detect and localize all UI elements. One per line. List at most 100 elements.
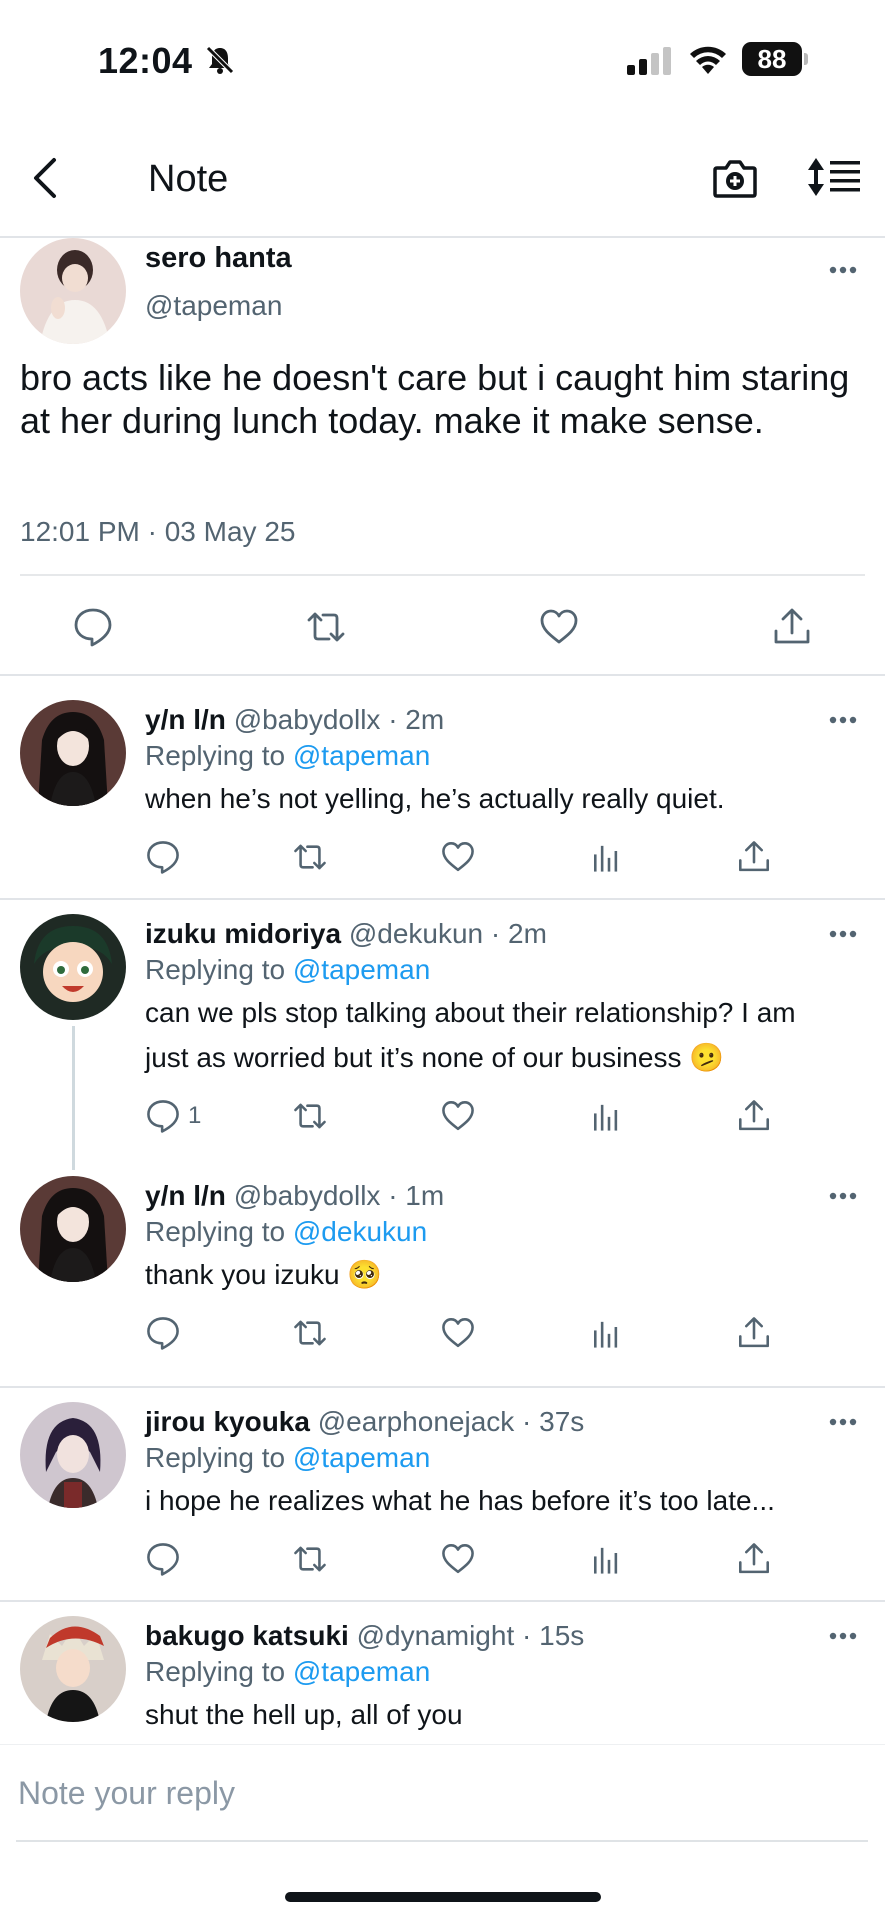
more-dots-icon[interactable] xyxy=(828,929,858,939)
share-icon[interactable] xyxy=(736,1098,772,1134)
speech-bubble-icon[interactable] xyxy=(145,839,181,875)
reply-body: i hope he realizes what he has before it… xyxy=(145,1485,775,1516)
share-icon[interactable] xyxy=(736,1541,772,1577)
replying-to: Replying to @tapeman xyxy=(145,1656,430,1688)
mention-link[interactable]: @tapeman xyxy=(293,1442,430,1473)
reply-composer[interactable]: Note your reply xyxy=(0,1744,885,1844)
reply-header: y/n l/n @babydollx · 1m xyxy=(145,1180,444,1212)
speech-bubble-icon[interactable] xyxy=(145,1315,181,1351)
reply-body: can we pls stop talking about their rela… xyxy=(145,997,796,1073)
heart-icon[interactable] xyxy=(440,1541,476,1577)
replying-to-label: Replying to xyxy=(145,1216,293,1247)
replying-to-label: Replying to xyxy=(145,740,293,771)
author-name[interactable]: y/n l/n xyxy=(145,1180,226,1211)
avatar[interactable] xyxy=(20,700,126,806)
share-icon[interactable] xyxy=(771,606,813,648)
bar-chart-icon[interactable] xyxy=(588,1098,624,1134)
author-handle-time[interactable]: @dekukun · 2m xyxy=(349,918,547,949)
avatar[interactable] xyxy=(20,1402,126,1508)
author-handle[interactable]: @tapeman xyxy=(145,290,282,322)
divider xyxy=(0,1600,885,1602)
divider xyxy=(0,1386,885,1388)
mention-link[interactable]: @tapeman xyxy=(293,1656,430,1687)
heart-icon[interactable] xyxy=(440,839,476,875)
bar-chart-icon[interactable] xyxy=(588,1315,624,1351)
reply-body: shut the hell up, all of you xyxy=(145,1699,463,1730)
more-dots-icon[interactable] xyxy=(828,1631,858,1641)
speech-bubble-icon[interactable] xyxy=(72,606,114,648)
reply-action-bar xyxy=(0,1315,885,1365)
author-handle-time[interactable]: @dynamight · 15s xyxy=(357,1620,585,1651)
author-handle-time[interactable]: @babydollx · 2m xyxy=(234,704,445,735)
speech-bubble-icon[interactable] xyxy=(145,1098,181,1134)
reply-header: y/n l/n @babydollx · 2m xyxy=(145,704,444,736)
more-dots-icon[interactable] xyxy=(828,715,858,725)
more-dots-icon[interactable] xyxy=(828,1191,858,1201)
replying-to: Replying to @tapeman xyxy=(145,954,430,986)
thread-connector xyxy=(72,1026,75,1170)
mention-link[interactable]: @tapeman xyxy=(293,740,430,771)
reply-body: thank you izuku 🥺 xyxy=(145,1259,383,1290)
replying-to: Replying to @dekukun xyxy=(145,1216,427,1248)
replying-to-label: Replying to xyxy=(145,1442,293,1473)
heart-icon[interactable] xyxy=(538,606,580,648)
wifi-icon xyxy=(690,46,726,74)
more-dots-icon[interactable] xyxy=(828,1417,858,1427)
reply-header: jirou kyouka @earphonejack · 37s xyxy=(145,1406,584,1438)
note-body: bro acts like he doesn't care but i caug… xyxy=(20,357,850,441)
bar-chart-icon[interactable] xyxy=(588,839,624,875)
reply-input[interactable]: Note your reply xyxy=(18,1775,235,1812)
avatar[interactable] xyxy=(20,1176,126,1282)
chevron-left-icon[interactable] xyxy=(28,156,64,200)
divider xyxy=(0,898,885,900)
reply-header: bakugo katsuki @dynamight · 15s xyxy=(145,1620,584,1652)
repost-icon[interactable] xyxy=(292,1098,328,1134)
author-handle-time[interactable]: @babydollx · 1m xyxy=(234,1180,445,1211)
top-nav-bar: Note xyxy=(0,120,885,238)
note-timestamp: 12:01 PM · 03 May 25 xyxy=(20,516,296,547)
author-name[interactable]: jirou kyouka xyxy=(145,1406,310,1437)
speech-bubble-icon[interactable] xyxy=(145,1541,181,1577)
repost-icon[interactable] xyxy=(292,1315,328,1351)
replying-to: Replying to @tapeman xyxy=(145,1442,430,1474)
avatar[interactable] xyxy=(20,1616,126,1722)
mention-link[interactable]: @tapeman xyxy=(293,954,430,985)
sort-list-icon[interactable] xyxy=(808,156,862,198)
replying-to-label: Replying to xyxy=(145,1656,293,1687)
author-name[interactable]: y/n l/n xyxy=(145,704,226,735)
bell-off-icon xyxy=(206,46,234,74)
share-icon[interactable] xyxy=(736,1315,772,1351)
share-icon[interactable] xyxy=(736,839,772,875)
battery-level: 88 xyxy=(742,42,802,76)
divider xyxy=(16,1840,868,1842)
author-name[interactable]: izuku midoriya xyxy=(145,918,341,949)
repost-icon[interactable] xyxy=(292,839,328,875)
reply-action-bar xyxy=(0,839,885,889)
avatar[interactable] xyxy=(20,238,126,344)
author-name[interactable]: sero hanta xyxy=(145,242,292,275)
status-bar: 12:04 88 xyxy=(0,0,885,120)
camera-plus-icon[interactable] xyxy=(712,156,758,200)
reply-action-bar xyxy=(0,1541,885,1591)
replying-to-label: Replying to xyxy=(145,954,293,985)
page-title: Note xyxy=(148,158,229,200)
heart-icon[interactable] xyxy=(440,1098,476,1134)
avatar[interactable] xyxy=(20,914,126,1020)
reply-header: izuku midoriya @dekukun · 2m xyxy=(145,918,547,950)
home-indicator xyxy=(285,1892,601,1902)
signal-icon xyxy=(627,47,671,75)
reply-body: when he’s not yelling, he’s actually rea… xyxy=(145,783,725,814)
battery-indicator: 88 xyxy=(742,42,808,76)
replying-to: Replying to @tapeman xyxy=(145,740,430,772)
status-time: 12:04 xyxy=(98,40,193,81)
bar-chart-icon[interactable] xyxy=(588,1541,624,1577)
battery-tip xyxy=(804,53,808,65)
author-name[interactable]: bakugo katsuki xyxy=(145,1620,349,1651)
repost-icon[interactable] xyxy=(292,1541,328,1577)
mention-link[interactable]: @dekukun xyxy=(293,1216,427,1247)
note-action-bar xyxy=(0,576,885,676)
repost-icon[interactable] xyxy=(305,606,347,648)
heart-icon[interactable] xyxy=(440,1315,476,1351)
more-dots-icon[interactable] xyxy=(828,265,858,275)
author-handle-time[interactable]: @earphonejack · 37s xyxy=(318,1406,585,1437)
